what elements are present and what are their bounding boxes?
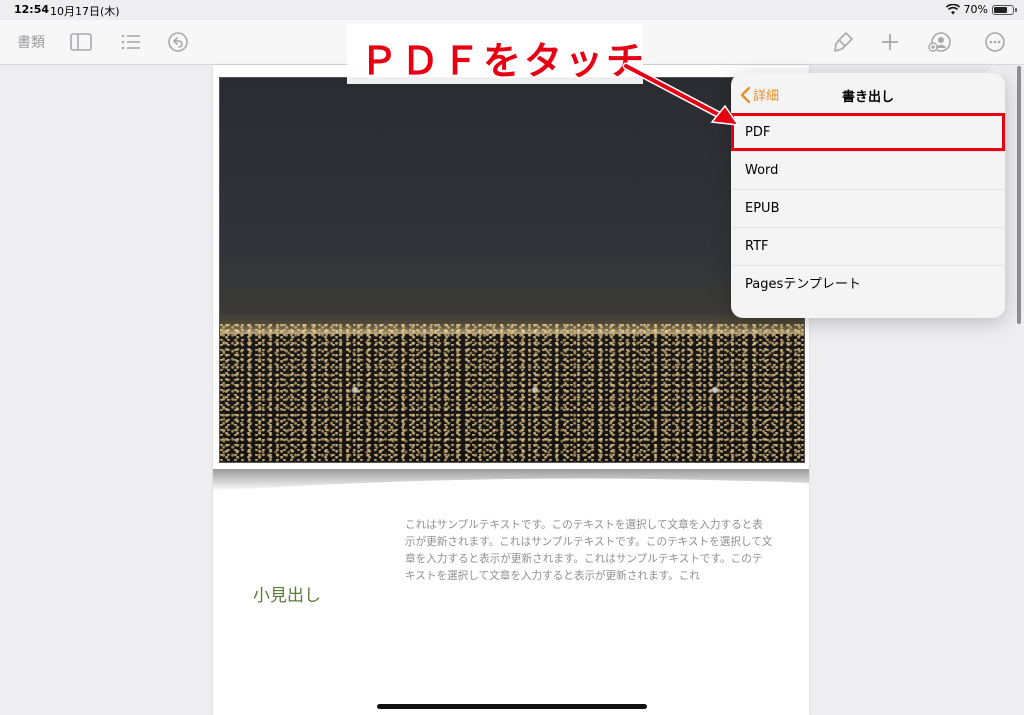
export-rtf[interactable]: RTF [731,227,1005,265]
sidebar-icon[interactable] [69,30,93,54]
subheading[interactable]: 小見出し [253,581,321,606]
wifi-icon [945,4,960,15]
undo-icon[interactable] [166,30,190,54]
export-popover: 詳細 書き出し PDF Word EPUB RTF Pagesテンプレート [731,73,1005,318]
page-curve-decoration [213,469,809,491]
documents-button[interactable]: 書類 [17,32,45,52]
export-word[interactable]: Word [731,151,1005,189]
photo-city-lights [220,324,804,462]
paintbrush-icon[interactable] [831,30,855,54]
export-pages-template[interactable]: Pagesテンプレート [731,265,1005,303]
status-indicators: 70% [945,3,1017,16]
battery-level [994,6,1007,13]
home-indicator[interactable] [377,704,647,709]
document-page[interactable]: これはサンプルテキストです。このテキストを選択して文章を入力すると表示が更新され… [213,65,809,715]
battery-icon [992,4,1017,15]
body-text[interactable]: これはサンプルテキストです。このテキストを選択して文章を入力すると表示が更新され… [405,517,773,585]
popover-title: 書き出し [841,90,894,105]
battery-percent: 70% [963,3,988,16]
list-icon[interactable] [119,30,143,54]
collaborate-icon[interactable] [928,30,952,54]
more-icon[interactable] [983,30,1007,54]
status-time: 12:54 [14,3,50,16]
export-epub[interactable]: EPUB [731,189,1005,227]
export-format-list: PDF Word EPUB RTF Pagesテンプレート [731,113,1005,303]
scroll-indicator[interactable] [1017,66,1021,324]
export-pdf[interactable]: PDF [731,113,1005,151]
plus-icon[interactable] [878,30,902,54]
status-bar: 12:54 10月17日(木) 70% [0,0,1024,20]
annotation-arrow-icon [622,62,740,126]
status-date: 10月17日(木) [50,5,120,18]
